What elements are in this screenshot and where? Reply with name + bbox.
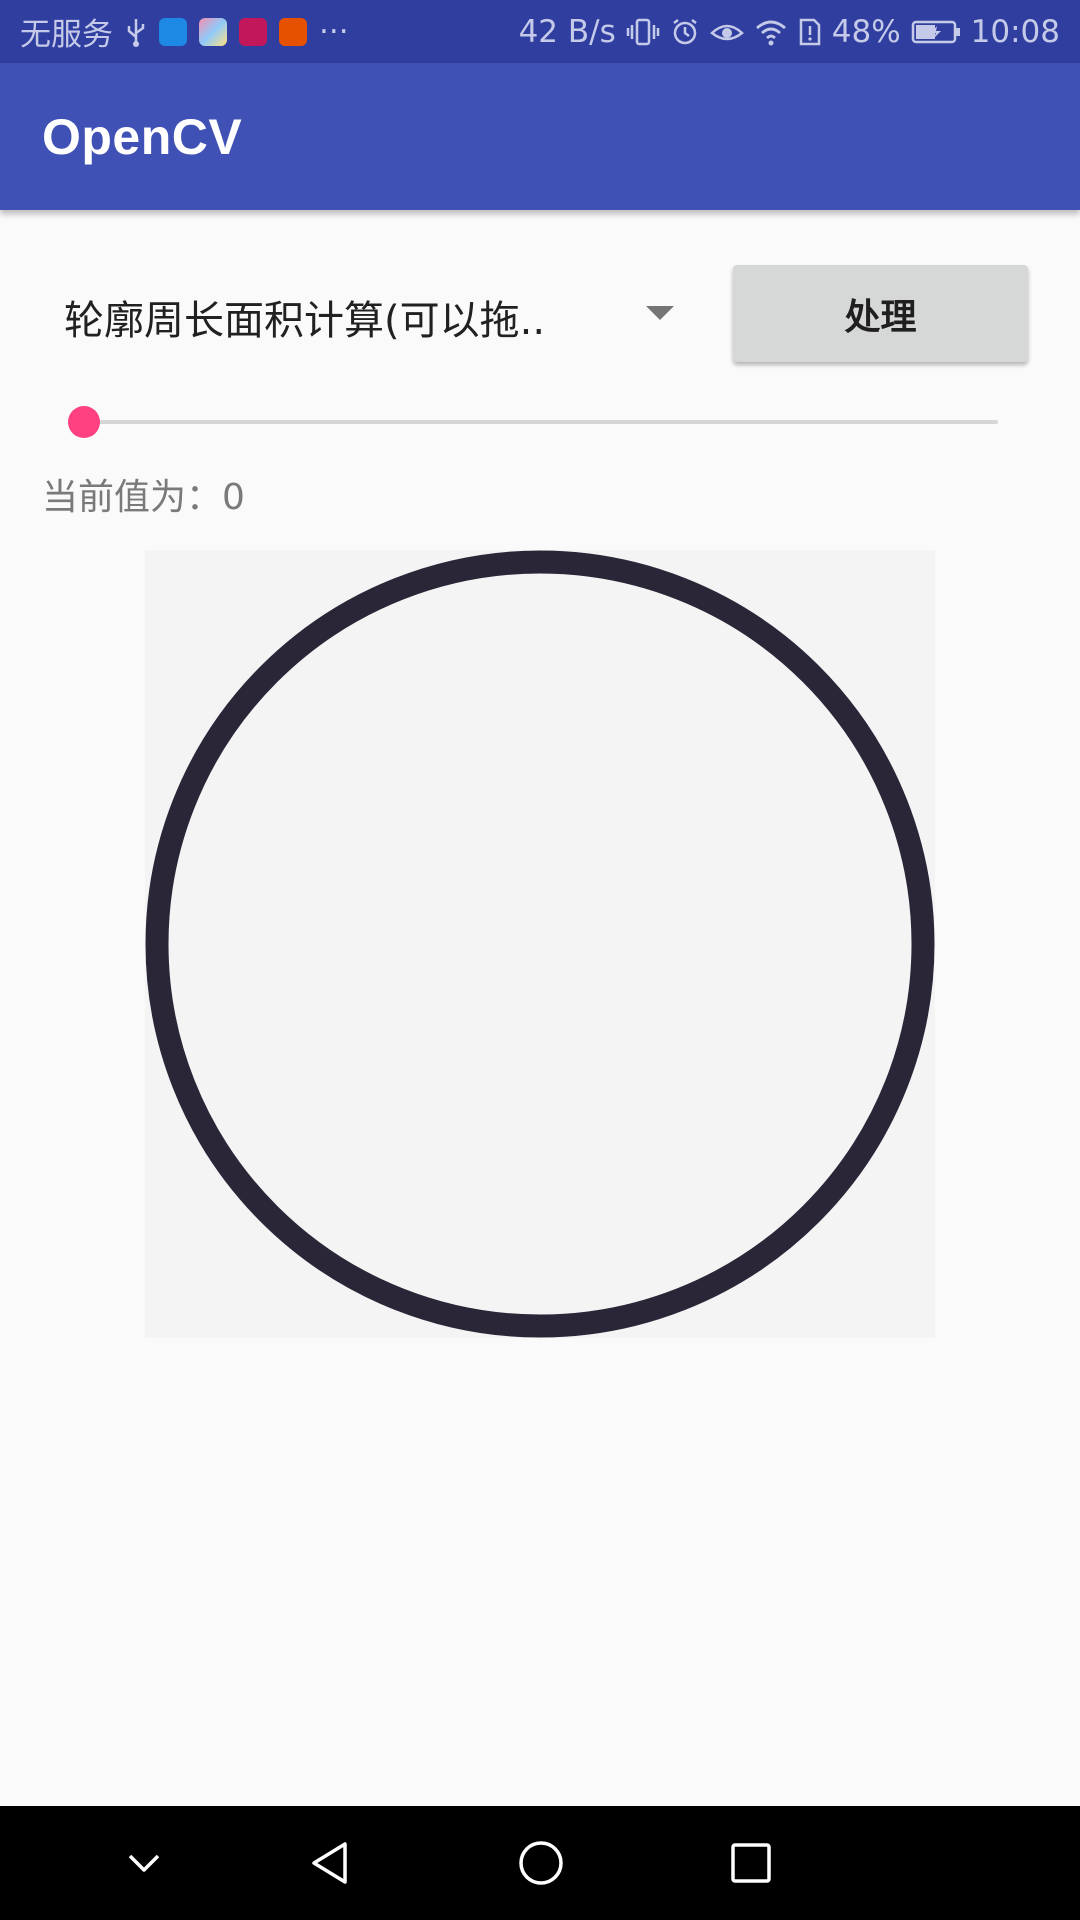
- battery-percent: 48%: [831, 13, 901, 50]
- current-value-label: 当前值为：0: [42, 468, 245, 520]
- gallery-app-icon: [199, 17, 227, 46]
- spinner-selected-value: 轮廓周长面积计算(可以拖..: [64, 298, 546, 344]
- result-image: [145, 550, 935, 1338]
- huawei-app-icon: [239, 17, 267, 46]
- status-right: 42 B/s 48% 10:08: [519, 14, 1060, 50]
- current-value: 0: [222, 477, 245, 518]
- status-left: 无服务 ···: [20, 9, 349, 54]
- slider-track: [84, 420, 998, 424]
- more-notifications-indicator: ···: [319, 13, 349, 50]
- back-icon[interactable]: [300, 1833, 360, 1893]
- dismiss-chevron-icon[interactable]: [114, 1833, 174, 1893]
- video-app-icon: [279, 17, 307, 46]
- usb-icon: [125, 17, 147, 47]
- clock: 10:08: [970, 13, 1060, 50]
- app-bar: OpenCV: [0, 63, 1080, 210]
- eye-comfort-icon: [709, 17, 744, 47]
- navigation-bar: [0, 1806, 1080, 1920]
- vibrate-icon: [626, 17, 660, 47]
- net-speed: 42 B/s: [518, 13, 616, 50]
- screen: 无服务 ··· 42 B/s 48% 10:08 OpenCV 轮廓周长面积计算…: [0, 0, 1080, 1920]
- circle-contour-image: [145, 550, 935, 1338]
- carrier-label: 无服务: [20, 17, 113, 53]
- circle-contour: [145, 550, 935, 1338]
- sim-alert-icon: [798, 17, 822, 47]
- current-value-prefix: 当前值为：: [42, 477, 223, 518]
- wifi-icon: [754, 17, 788, 47]
- app-title: OpenCV: [42, 108, 243, 165]
- slider-thumb[interactable]: [68, 406, 100, 438]
- recents-icon[interactable]: [721, 1833, 781, 1893]
- dropdown-arrow-icon: [646, 306, 674, 320]
- battery-charging-icon: [911, 18, 961, 46]
- status-bar: 无服务 ··· 42 B/s 48% 10:08: [0, 0, 1080, 63]
- threshold-slider[interactable]: [66, 400, 998, 444]
- operation-spinner[interactable]: 轮廓周长面积计算(可以拖..: [42, 262, 682, 372]
- browser-app-icon: [159, 17, 187, 46]
- process-button[interactable]: 处理: [733, 265, 1028, 362]
- home-icon[interactable]: [511, 1833, 571, 1893]
- alarm-icon: [670, 17, 700, 47]
